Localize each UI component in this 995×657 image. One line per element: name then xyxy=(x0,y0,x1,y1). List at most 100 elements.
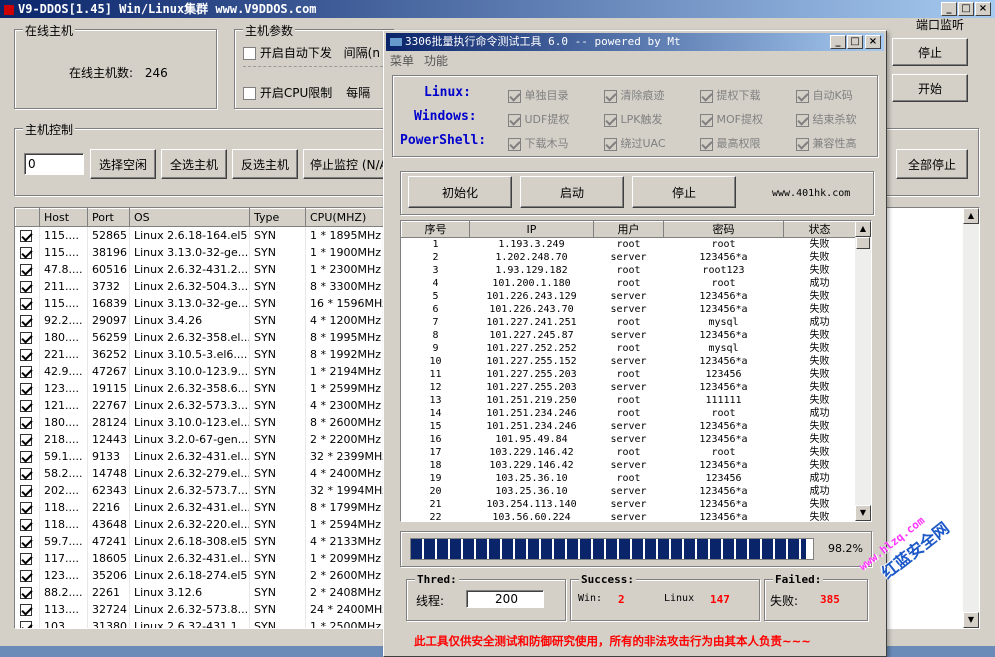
checkbox-icon[interactable] xyxy=(796,113,809,127)
checkbox-icon[interactable] xyxy=(700,137,713,151)
host-list-scrollbar[interactable] xyxy=(963,208,979,628)
option-checkbox[interactable]: LPK触发 xyxy=(604,111,662,127)
checkbox-icon[interactable] xyxy=(19,433,32,446)
table-row[interactable]: 17 103.229.146.42 root root 失败 xyxy=(402,446,856,459)
result-col-header[interactable]: IP xyxy=(469,221,594,238)
host-count-input[interactable]: 0 xyxy=(24,153,84,175)
result-col-header[interactable]: 密码 xyxy=(663,221,784,238)
auto-dispatch-checkbox[interactable]: 开启自动下发 间隔(n xyxy=(243,44,380,61)
table-row[interactable]: 11 101.227.255.203 root 123456 失败 xyxy=(402,368,856,381)
table-row[interactable]: 21 103.254.113.140 server 123456*a 失败 xyxy=(402,498,856,511)
table-row[interactable]: 118.... 43648 Linux 2.6.32-220.el... SYN 1 *… xyxy=(15,515,386,533)
table-row[interactable]: 121.... 22767 Linux 2.6.32-573.3.... SYN 4 *… xyxy=(15,396,386,414)
row-checkbox[interactable] xyxy=(15,294,40,312)
table-row[interactable]: 14 101.251.234.246 root root 成功 xyxy=(402,407,856,420)
row-checkbox[interactable] xyxy=(15,617,40,628)
checkbox-icon[interactable] xyxy=(19,399,32,412)
table-row[interactable]: 113.... 32724 Linux 2.6.32-573.8.... SYN 24 … xyxy=(15,600,386,618)
row-checkbox[interactable] xyxy=(15,396,40,414)
tool-close-icon[interactable]: × xyxy=(865,35,881,49)
table-row[interactable]: 7 101.227.241.251 root mysql 成功 xyxy=(402,316,856,329)
host-col-os[interactable]: OS xyxy=(129,208,250,227)
tool-title-bar[interactable]: 3306批量执行命令测试工具 6.0 -- powered by Mt xyxy=(386,33,884,51)
host-col-cpumhz[interactable]: CPU(MHZ) xyxy=(305,208,386,227)
tool-stop-button[interactable]: 停止 xyxy=(632,176,736,208)
row-checkbox[interactable] xyxy=(15,447,40,465)
result-list-scrollbar[interactable] xyxy=(855,221,871,521)
checkbox-icon[interactable] xyxy=(19,620,32,628)
tool-start-button[interactable]: 启动 xyxy=(520,176,624,208)
checkbox-icon[interactable] xyxy=(19,535,32,548)
table-row[interactable]: 103.... 31380 Linux 2.6.32-431.1... SYN 1 * … xyxy=(15,617,386,628)
init-button[interactable]: 初始化 xyxy=(408,176,512,208)
table-row[interactable]: 12 101.227.255.203 server 123456*a 失败 xyxy=(402,381,856,394)
checkbox-icon[interactable] xyxy=(19,229,32,242)
table-row[interactable]: 59.7.... 47241 Linux 2.6.18-308.el5 SYN 4 * … xyxy=(15,532,386,550)
main-title-bar[interactable]: V9-DDOS[1.45] Win/Linux集群 www.V9DDOS.com xyxy=(0,0,995,18)
row-checkbox[interactable] xyxy=(15,430,40,448)
table-row[interactable]: 47.8.... 60516 Linux 2.6.32-431.2... SYN 1 *… xyxy=(15,260,386,278)
table-row[interactable]: 15 101.251.234.246 server 123456*a 失败 xyxy=(402,420,856,433)
row-checkbox[interactable] xyxy=(15,515,40,533)
table-row[interactable]: 123.... 35206 Linux 2.6.18-274.el5 SYN 2 * 2… xyxy=(15,566,386,584)
table-row[interactable]: 8 101.227.245.87 server 123456*a 失败 xyxy=(402,329,856,342)
cpu-limit-checkbox[interactable]: 开启CPU限制 每隔 xyxy=(243,84,370,101)
table-row[interactable]: 2 1.202.248.70 server 123456*a 失败 xyxy=(402,251,856,264)
table-row[interactable]: 18 103.229.146.42 server 123456*a 失败 xyxy=(402,459,856,472)
checkbox-icon[interactable] xyxy=(19,586,32,599)
main-stop-button[interactable]: 停止 xyxy=(892,38,968,66)
row-checkbox[interactable] xyxy=(15,583,40,601)
checkbox-icon[interactable] xyxy=(19,518,32,531)
checkbox-icon[interactable] xyxy=(19,314,32,327)
row-checkbox[interactable] xyxy=(15,566,40,584)
result-scroll-down-icon[interactable]: ▼ xyxy=(855,505,871,521)
table-row[interactable]: 10 101.227.255.152 server 123456*a 失败 xyxy=(402,355,856,368)
table-row[interactable]: 115.... 16839 Linux 3.13.0-32-ge... SYN 16 *… xyxy=(15,294,386,312)
menu-item-function[interactable]: 功能 xyxy=(424,54,448,68)
minimize-icon[interactable]: _ xyxy=(941,2,957,16)
result-scroll-up-icon[interactable]: ▲ xyxy=(855,221,871,237)
checkbox-icon[interactable] xyxy=(19,365,32,378)
result-col-header[interactable]: 状态 xyxy=(783,221,856,238)
row-checkbox[interactable] xyxy=(15,549,40,567)
host-col-host[interactable]: Host xyxy=(39,208,88,227)
host-col-port[interactable]: Port xyxy=(87,208,130,227)
invert-select-button[interactable]: 反选主机 xyxy=(232,149,298,179)
scroll-down-icon[interactable]: ▼ xyxy=(963,612,979,628)
table-row[interactable]: 180.... 56259 Linux 2.6.32-358.el... SYN 8 *… xyxy=(15,328,386,346)
row-checkbox[interactable] xyxy=(15,413,40,431)
checkbox-icon[interactable] xyxy=(604,113,617,127)
checkbox-icon[interactable] xyxy=(19,263,32,276)
checkbox-icon[interactable] xyxy=(19,331,32,344)
checkbox-icon[interactable] xyxy=(19,348,32,361)
table-row[interactable]: 118.... 2216 Linux 2.6.32-431.el... SYN 8 * … xyxy=(15,498,386,516)
checkbox-icon[interactable] xyxy=(19,603,32,616)
checkbox-icon[interactable] xyxy=(700,89,713,103)
row-checkbox[interactable] xyxy=(15,260,40,278)
host-col-type[interactable]: Type xyxy=(249,208,306,227)
checkbox-icon[interactable] xyxy=(19,297,32,310)
checkbox-icon[interactable] xyxy=(19,280,32,293)
table-row[interactable]: 211.... 3732 Linux 2.6.32-504.3... SYN 8 * 3… xyxy=(15,277,386,295)
option-checkbox[interactable]: 绕过UAC xyxy=(604,135,666,151)
table-row[interactable]: 9 101.227.252.252 root mysql 失败 xyxy=(402,342,856,355)
row-checkbox[interactable] xyxy=(15,311,40,329)
table-row[interactable]: 115.... 52865 Linux 2.6.18-164.el5 SYN 1 * 1… xyxy=(15,226,386,244)
option-checkbox[interactable]: 结束杀软 xyxy=(796,111,857,127)
checkbox-icon[interactable] xyxy=(796,89,809,103)
table-row[interactable]: 202.... 62343 Linux 2.6.32-573.7.... SYN 32 … xyxy=(15,481,386,499)
maximize-icon[interactable]: □ xyxy=(958,2,974,16)
checkbox-icon[interactable] xyxy=(19,552,32,565)
table-row[interactable]: 115.... 38196 Linux 3.13.0-32-ge... SYN 1 * … xyxy=(15,243,386,261)
option-checkbox[interactable]: 提权下载 xyxy=(700,87,761,103)
table-row[interactable]: 20 103.25.36.10 server 123456*a 成功 xyxy=(402,485,856,498)
select-all-button[interactable]: 全选主机 xyxy=(161,149,227,179)
table-row[interactable]: 22 103.56.60.224 server 123456*a 失败 xyxy=(402,511,856,521)
option-checkbox[interactable]: 最高权限 xyxy=(700,135,761,151)
checkbox-icon[interactable] xyxy=(796,137,809,151)
option-checkbox[interactable]: 清除痕迹 xyxy=(604,87,665,103)
table-row[interactable]: 19 103.25.36.10 root 123456 成功 xyxy=(402,472,856,485)
result-list[interactable]: 序号 IP 用户 密码 状态 1 1.193.3.249 root root 失败 2 1.202.… xyxy=(400,220,872,522)
row-checkbox[interactable] xyxy=(15,328,40,346)
table-row[interactable]: 16 101.95.49.84 server 123456*a 失败 xyxy=(402,433,856,446)
